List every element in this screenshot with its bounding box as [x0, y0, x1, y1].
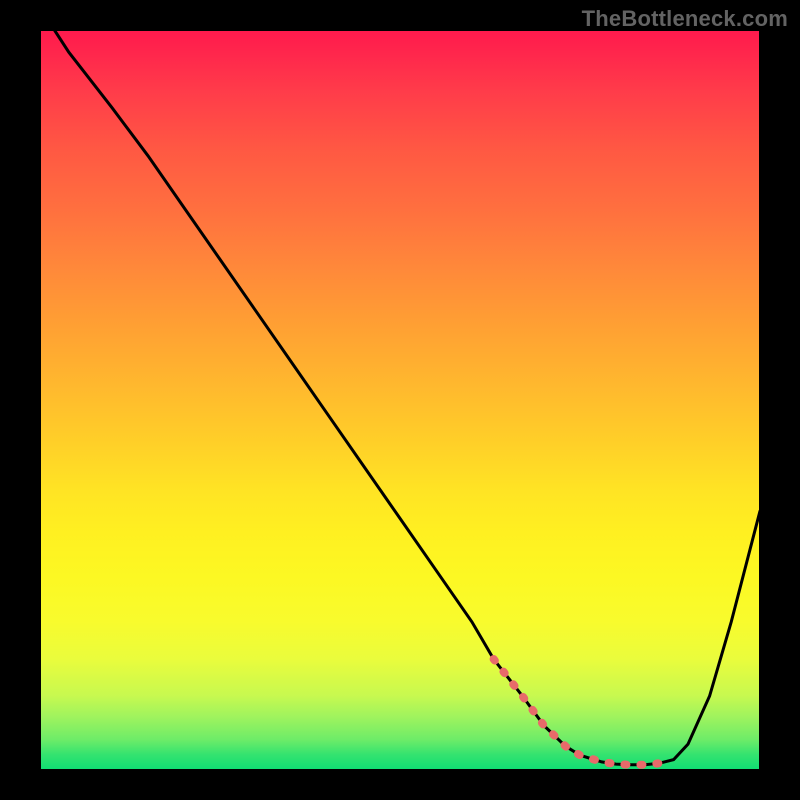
- plot-area: [40, 30, 760, 770]
- chart-frame: TheBottleneck.com: [0, 0, 800, 800]
- watermark-text: TheBottleneck.com: [582, 6, 788, 32]
- plot-background-gradient: [40, 30, 760, 770]
